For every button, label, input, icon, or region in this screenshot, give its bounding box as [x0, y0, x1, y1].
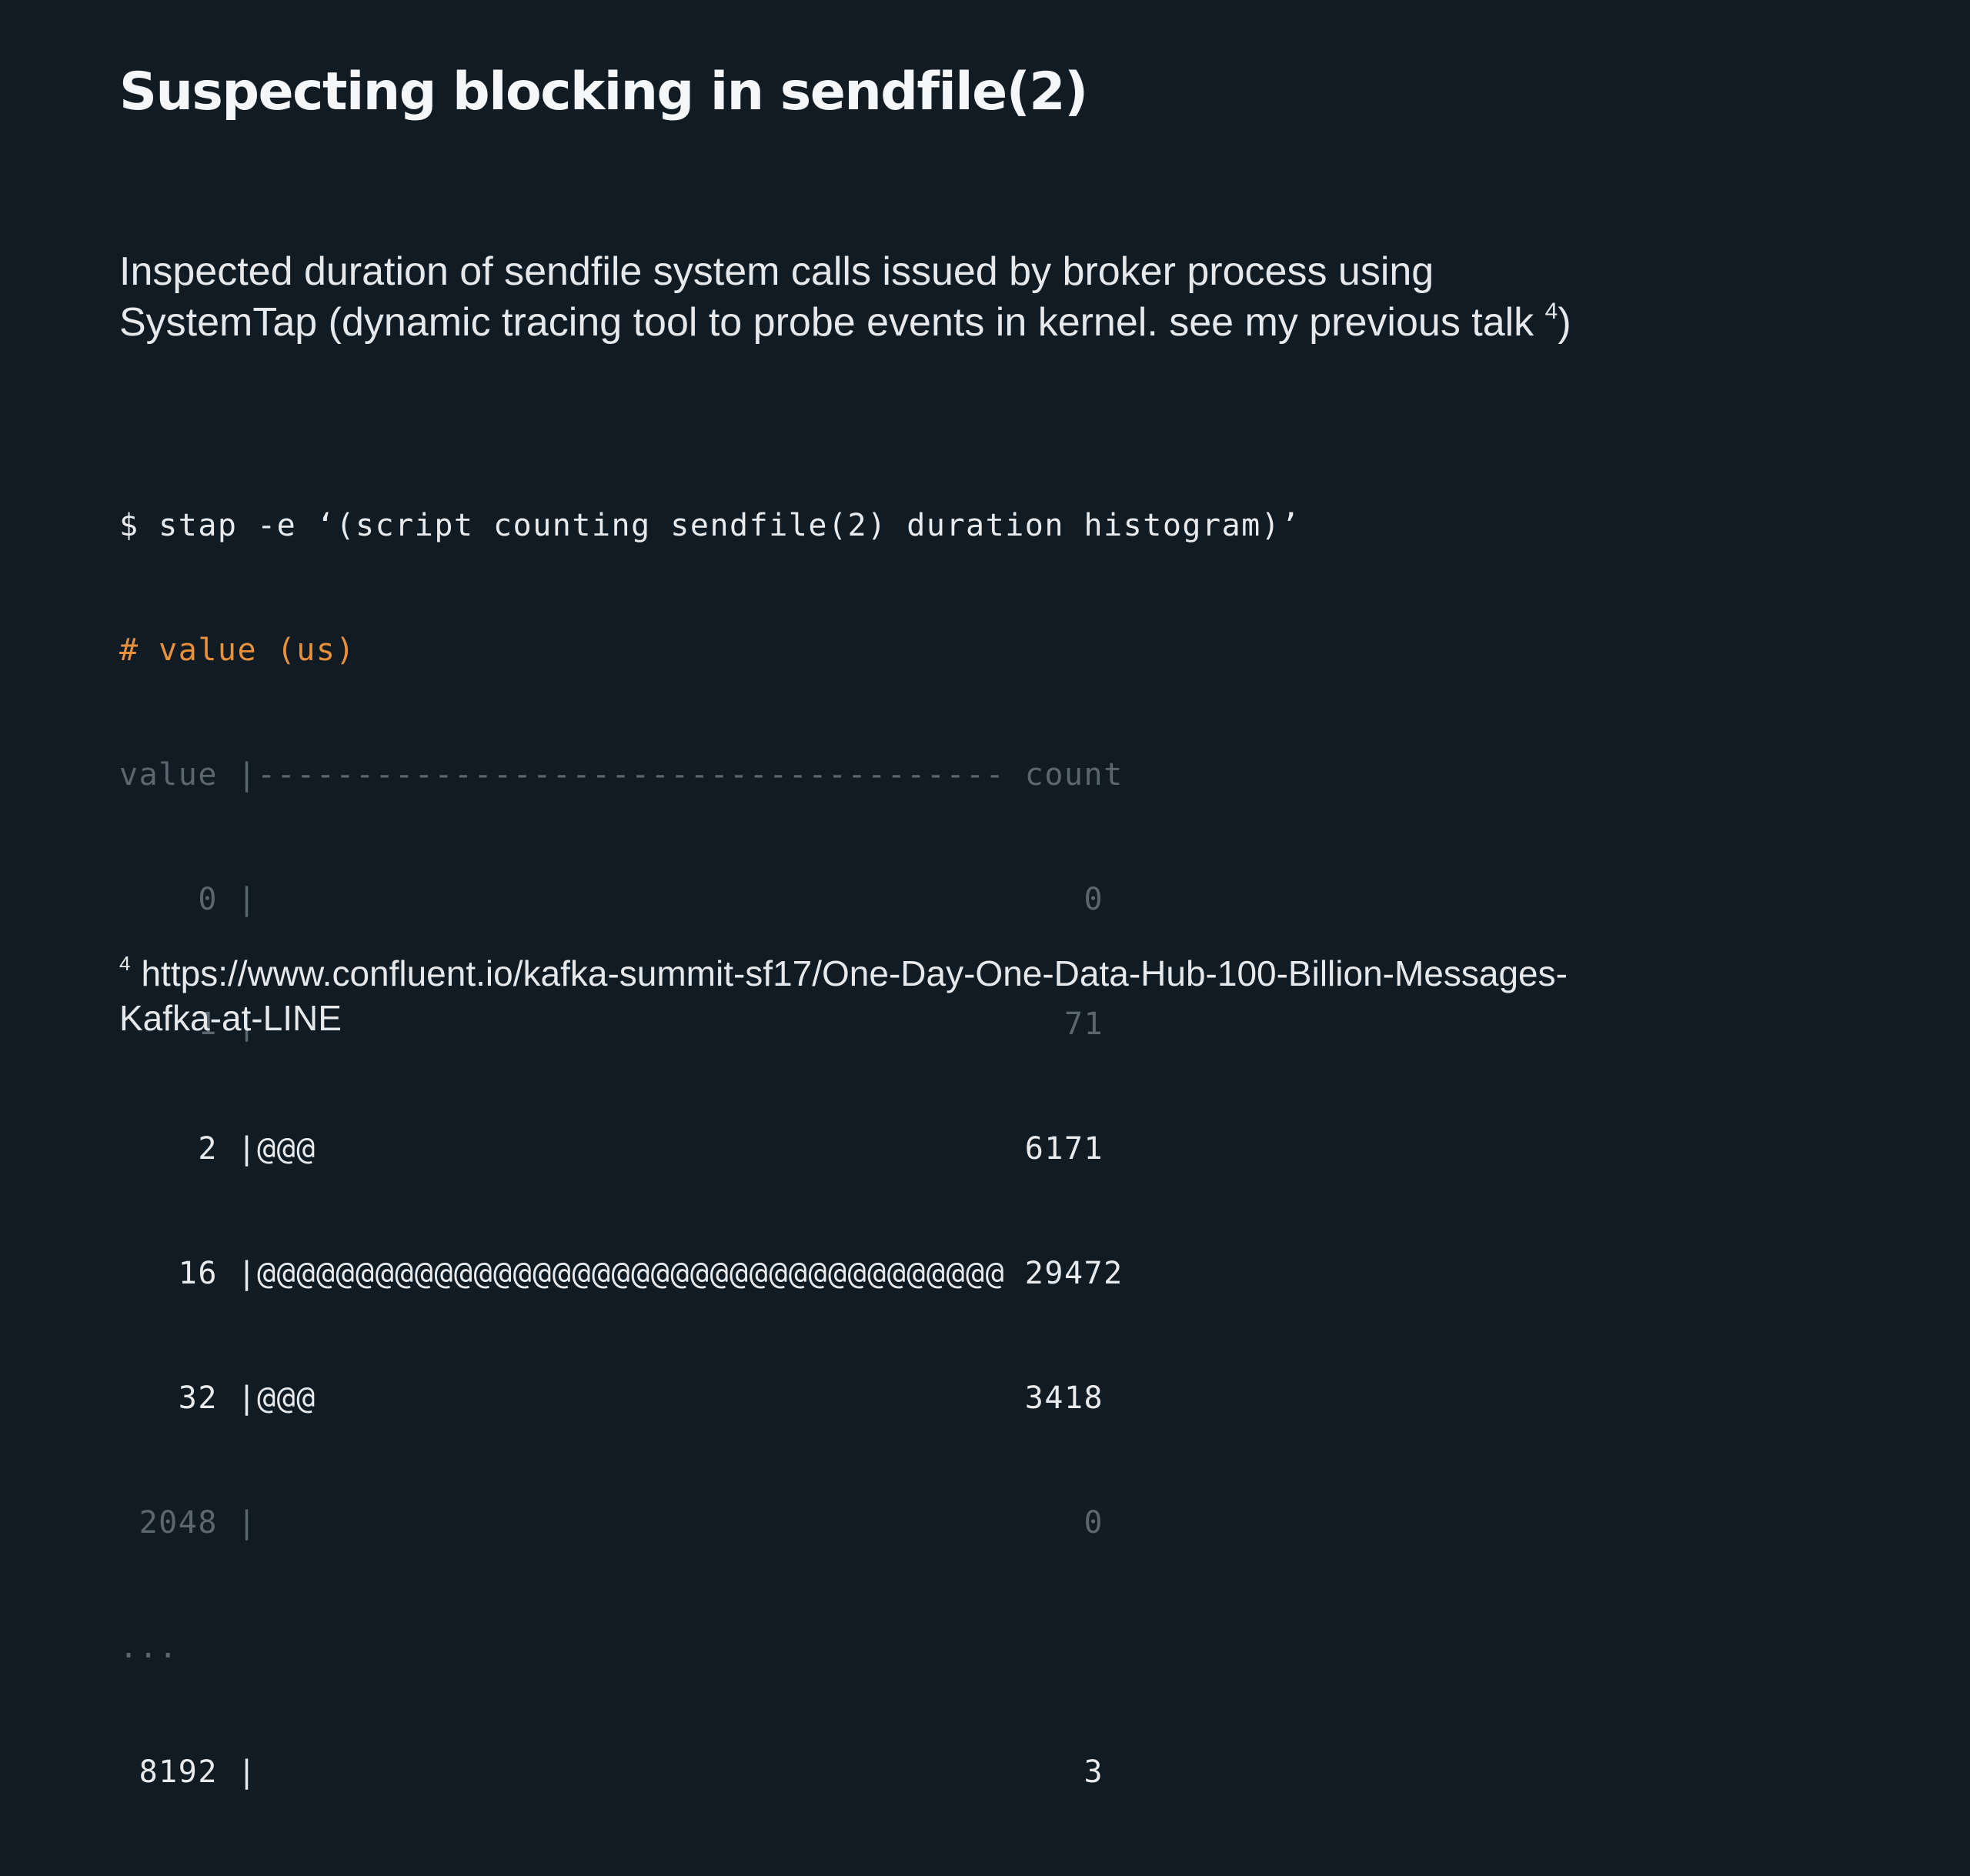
body-line-2-close: )	[1558, 300, 1571, 345]
code-block: $ stap -e ‘(script counting sendfile(2) …	[119, 422, 1301, 1876]
histogram-row: 32 |@@@ 3418	[119, 1380, 1104, 1416]
footnote: 4 https://www.confluent.io/kafka-summit-s…	[119, 951, 1889, 1040]
footnote-line-1: 4 https://www.confluent.io/kafka-summit-s…	[119, 951, 1889, 996]
body-line-2-text: SystemTap (dynamic tracing tool to probe…	[119, 300, 1545, 345]
footnote-url-part-1[interactable]: https://www.confluent.io/kafka-summit-sf…	[141, 953, 1567, 993]
histogram-last-row: 8192 | 3	[119, 1754, 1104, 1790]
slide: Suspecting blocking in sendfile(2) Inspe…	[0, 0, 1970, 1790]
footnote-mark: 4	[119, 952, 131, 975]
histogram-row: 0 | 0	[119, 882, 1104, 917]
footnote-reference: 4	[1544, 299, 1558, 324]
footnote-url-part-2[interactable]: Kafka-at-LINE	[119, 996, 1889, 1040]
histogram-row: 16 |@@@@@@@@@@@@@@@@@@@@@@@@@@@@@@@@@@@@…	[119, 1256, 1124, 1291]
histogram-header: value |---------------------------------…	[119, 757, 1124, 793]
body-line-1: Inspected duration of sendfile system ca…	[119, 249, 1434, 294]
shell-command: $ stap -e ‘(script counting sendfile(2) …	[119, 508, 1301, 543]
slide-body: Inspected duration of sendfile system ca…	[119, 246, 1889, 348]
code-comment: # value (us)	[119, 633, 356, 668]
histogram-row: 2048 | 0	[119, 1505, 1104, 1541]
body-line-2: SystemTap (dynamic tracing tool to probe…	[119, 297, 1889, 348]
slide-title: Suspecting blocking in sendfile(2)	[119, 62, 1088, 122]
histogram-row: 2 |@@@ 6171	[119, 1131, 1104, 1167]
histogram-ellipsis: ...	[119, 1630, 179, 1665]
